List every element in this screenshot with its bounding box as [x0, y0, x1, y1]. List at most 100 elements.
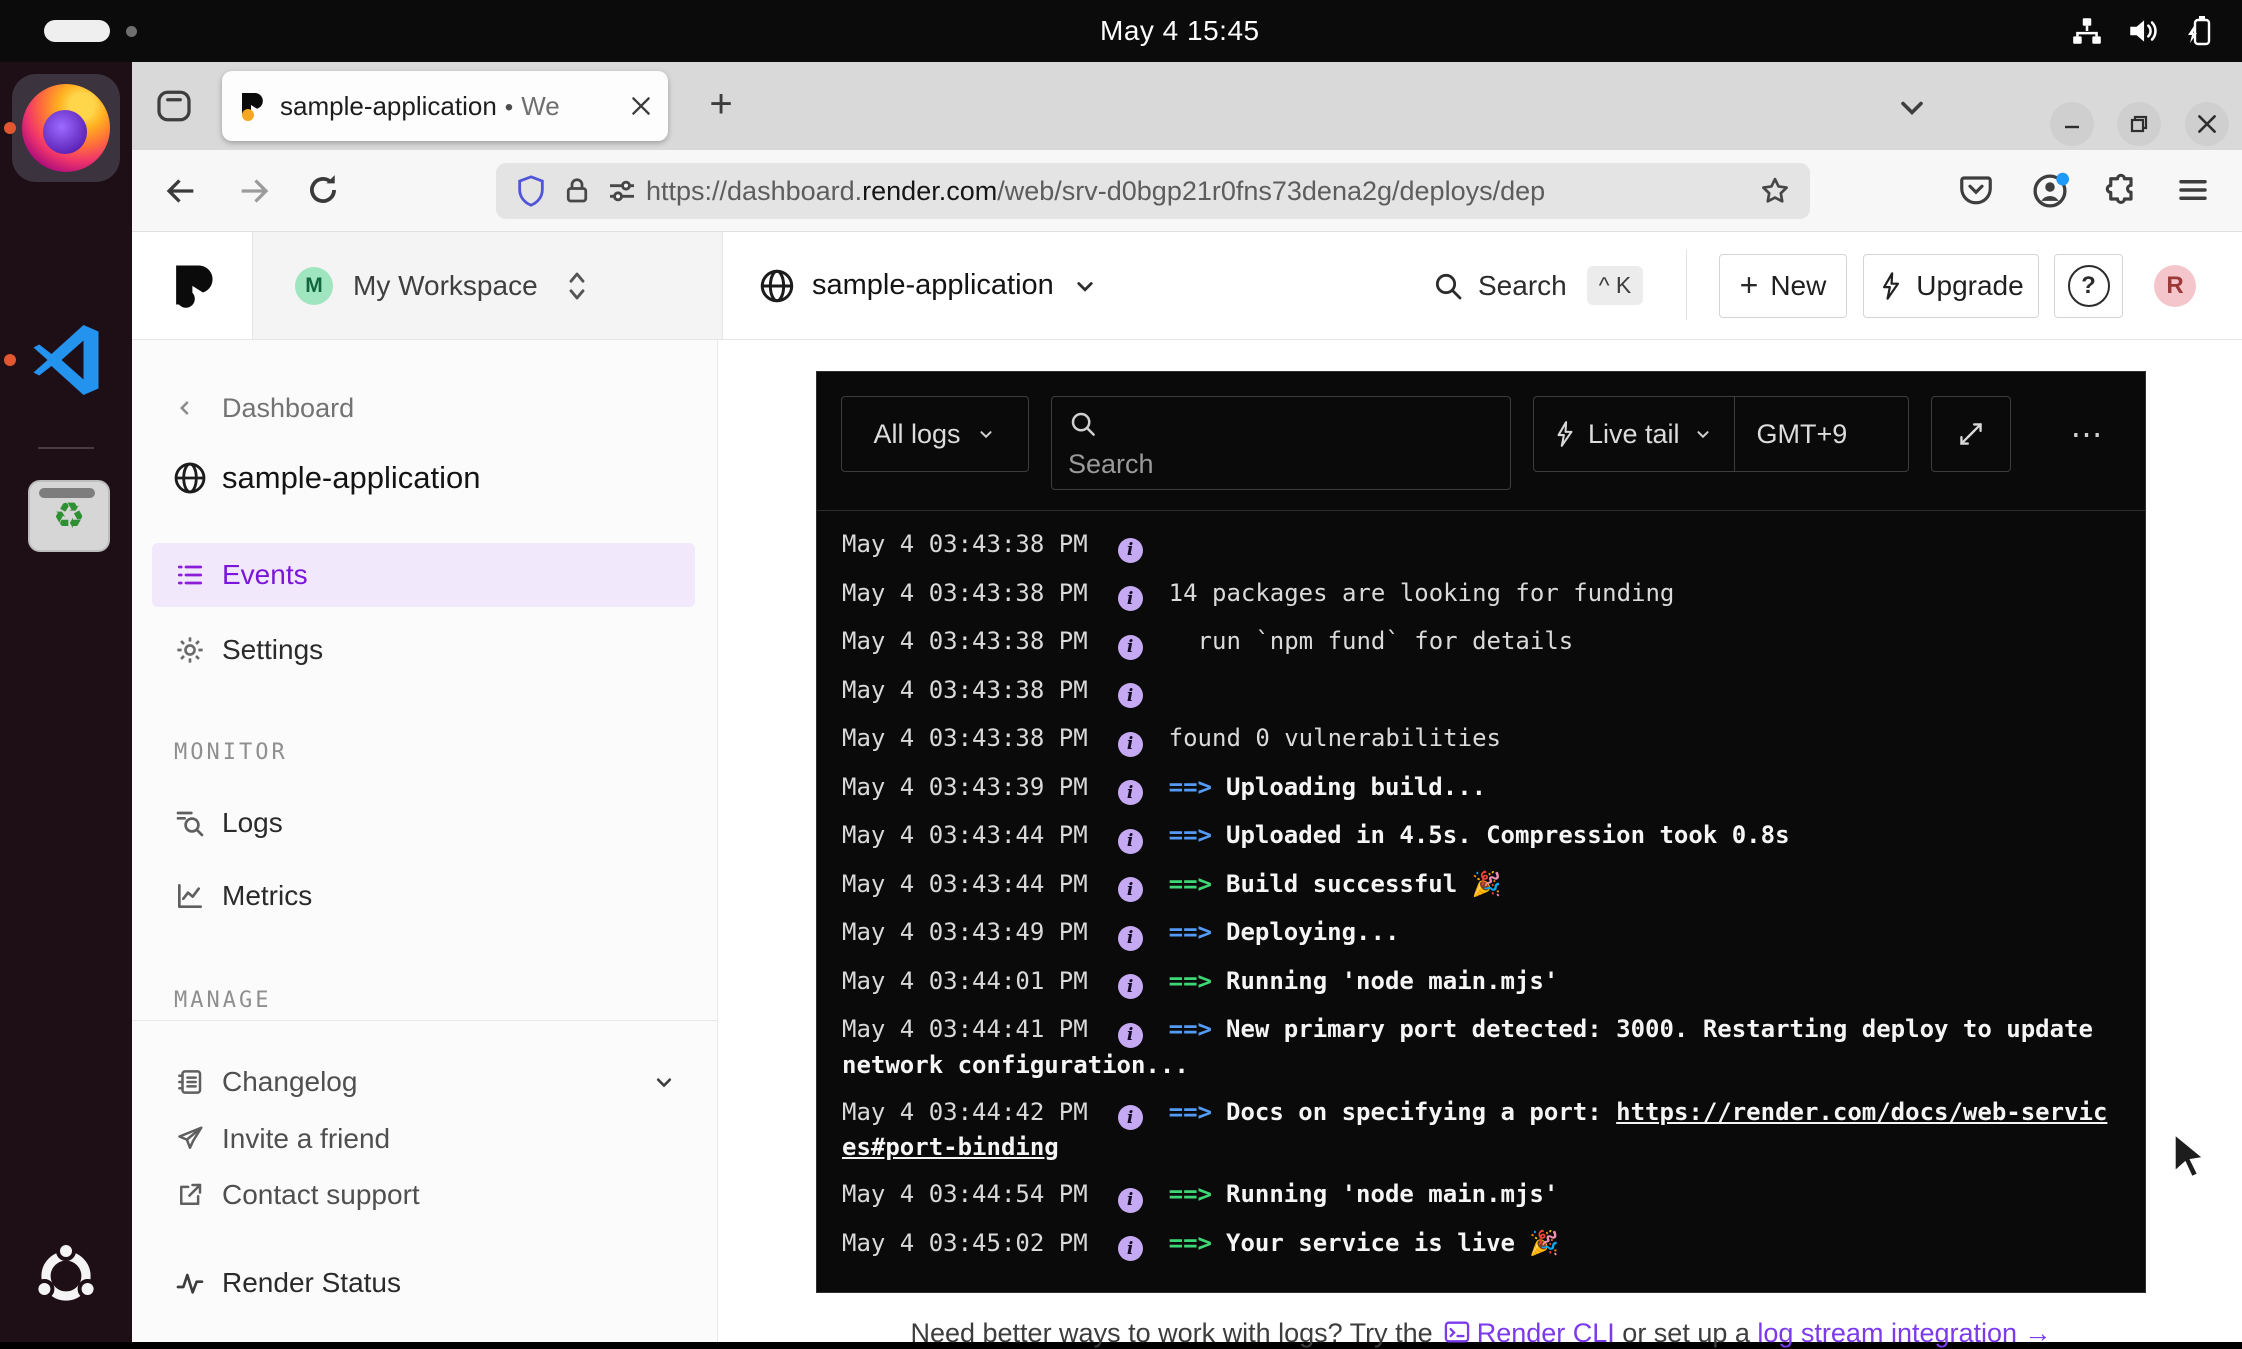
log-row: May 4 03:43:38 PM i found 0 vulnerabilitie… [842, 721, 2120, 757]
lock-icon[interactable] [562, 176, 592, 206]
back-to-dashboard[interactable]: Dashboard [132, 384, 718, 432]
log-timestamp: May 4 03:44:41 PM [842, 1015, 1088, 1043]
expand-icon [1954, 417, 1988, 451]
tab-bar: sample-application•We + [132, 62, 2242, 150]
menu-icon[interactable] [2175, 172, 2213, 210]
help-button[interactable]: ? [2054, 254, 2123, 318]
live-tail-control[interactable]: Live tail GMT+9 [1533, 396, 1909, 472]
new-tab-button[interactable]: + [694, 78, 748, 132]
sidebar-service-title[interactable]: sample-application [132, 450, 718, 506]
account-avatar[interactable]: R [2154, 265, 2196, 307]
volume-icon[interactable] [2126, 14, 2160, 48]
permissions-icon[interactable] [606, 175, 638, 207]
firefox-icon[interactable] [22, 84, 110, 172]
log-arrow: ==> [1169, 918, 1212, 946]
expand-logs-button[interactable] [1931, 396, 2011, 472]
sidebar-item-metrics[interactable]: Metrics [132, 872, 718, 920]
service-selector-name: sample-application [812, 269, 1054, 302]
back-icon[interactable] [160, 171, 200, 211]
extensions-icon[interactable] [2104, 172, 2142, 210]
vscode-icon[interactable] [26, 320, 106, 400]
chart-icon [172, 880, 208, 912]
pocket-icon[interactable] [1958, 172, 1996, 210]
live-tail-toggle[interactable]: Live tail [1534, 397, 1734, 471]
window-close-button[interactable] [2185, 102, 2229, 146]
info-icon: i [1118, 732, 1143, 757]
recycle-glyph: ♻ [30, 498, 108, 534]
system-clock[interactable]: May 4 15:45 [1100, 15, 1260, 47]
new-button[interactable]: + New [1719, 254, 1847, 318]
info-icon: i [1118, 829, 1143, 854]
timezone-button[interactable]: GMT+9 [1735, 419, 1870, 450]
sidebar-item-render-status[interactable]: Render Status [132, 1259, 718, 1307]
render-logo[interactable] [168, 259, 220, 311]
log-filter-dropdown[interactable]: All logs [841, 396, 1029, 472]
bolt-icon [1878, 271, 1904, 301]
global-search[interactable]: Search ^ K [1432, 232, 1643, 339]
log-message: ==>Deploying... [1169, 918, 1400, 946]
main-content: All logs Search [719, 340, 2242, 1342]
ubuntu-logo-icon[interactable] [30, 1240, 102, 1312]
log-message: ==>Running 'node main.mjs' [1169, 967, 1559, 995]
changelog-label: Changelog [222, 1066, 357, 1098]
bookmark-star-icon[interactable] [1758, 174, 1792, 208]
log-timestamp: May 4 03:43:38 PM [842, 627, 1088, 655]
search-shortcut-badge: ^ K [1587, 266, 1644, 305]
search-icon [1068, 409, 1494, 439]
log-timestamp: May 4 03:44:42 PM [842, 1098, 1088, 1126]
window-restore-button[interactable] [2117, 102, 2161, 146]
trash-icon[interactable]: ♻ [28, 480, 110, 552]
render-favicon [236, 90, 268, 122]
info-icon: i [1118, 635, 1143, 660]
tab-close-icon[interactable] [628, 93, 654, 119]
account-icon[interactable] [2031, 172, 2069, 210]
workspace-avatar: M [295, 267, 333, 305]
contact-support-label: Contact support [222, 1179, 420, 1211]
log-row: May 4 03:44:42 PMi==>Docs on specifying … [842, 1095, 2120, 1165]
workspace-selector[interactable]: M My Workspace [252, 232, 723, 339]
changelog-chevron-down-icon[interactable] [650, 1068, 678, 1096]
workspace-updown-chevron-icon [564, 268, 590, 304]
forward-icon[interactable] [235, 171, 275, 211]
sidebar-item-settings[interactable]: Settings [132, 626, 718, 674]
app-body: Dashboard sample-application Events [132, 340, 2242, 1342]
sidebar-item-contact-support[interactable]: Contact support [132, 1171, 718, 1219]
url-bar[interactable]: https://dashboard.render.com/web/srv-d0b… [496, 163, 1810, 219]
log-row: May 4 03:43:44 PMi==>Build successful 🎉 [842, 867, 2120, 903]
sidebar-item-events[interactable]: Events [152, 543, 695, 607]
logs-label: Logs [222, 807, 283, 839]
log-arrow: ==> [1169, 773, 1212, 801]
browser-tab[interactable]: sample-application•We [222, 71, 668, 141]
search-label: Search [1478, 270, 1567, 302]
service-selector[interactable]: sample-application [758, 232, 1100, 339]
sidebar-item-invite[interactable]: Invite a friend [132, 1115, 718, 1163]
firefox-view-icon[interactable] [154, 86, 194, 126]
log-toolbar: All logs Search [817, 372, 2145, 511]
reload-icon[interactable] [304, 171, 344, 211]
log-timestamp: May 4 03:43:38 PM [842, 724, 1088, 752]
tab-separator-dot: • [505, 94, 513, 121]
log-row: May 4 03:43:44 PMi==>Uploaded in 4.5s. C… [842, 818, 2120, 854]
logs-footer-hint: Need better ways to work with logs? Try … [816, 1318, 2146, 1349]
battery-charging-icon[interactable] [2182, 13, 2218, 49]
firefox-running-dot [4, 122, 16, 134]
workspace-dot [126, 26, 137, 37]
window-minimize-button[interactable] [2050, 102, 2094, 146]
network-icon[interactable] [2070, 14, 2104, 48]
log-search-input[interactable]: Search [1051, 396, 1511, 490]
more-options-button[interactable]: ⋯ [2051, 396, 2127, 472]
log-arrow: ==> [1169, 1015, 1212, 1043]
browser-navbar: https://dashboard.render.com/web/srv-d0b… [132, 150, 2242, 232]
workspace-name: My Workspace [353, 270, 538, 302]
sidebar-item-changelog[interactable]: Changelog [132, 1058, 718, 1106]
render-cli-link[interactable]: Render CLI [1477, 1318, 1615, 1348]
activities-pill[interactable] [44, 20, 110, 42]
upgrade-button[interactable]: Upgrade [1863, 254, 2039, 318]
shield-icon[interactable] [514, 174, 548, 208]
url-text[interactable]: https://dashboard.render.com/web/srv-d0b… [646, 176, 1758, 207]
log-message: found 0 vulnerabilities [1169, 724, 1501, 752]
log-search-placeholder: Search [1068, 449, 1494, 480]
log-stream-link[interactable]: log stream integration → [1757, 1318, 2051, 1348]
sidebar-item-logs[interactable]: Logs [132, 799, 718, 847]
list-all-tabs-icon[interactable] [1894, 90, 1930, 126]
